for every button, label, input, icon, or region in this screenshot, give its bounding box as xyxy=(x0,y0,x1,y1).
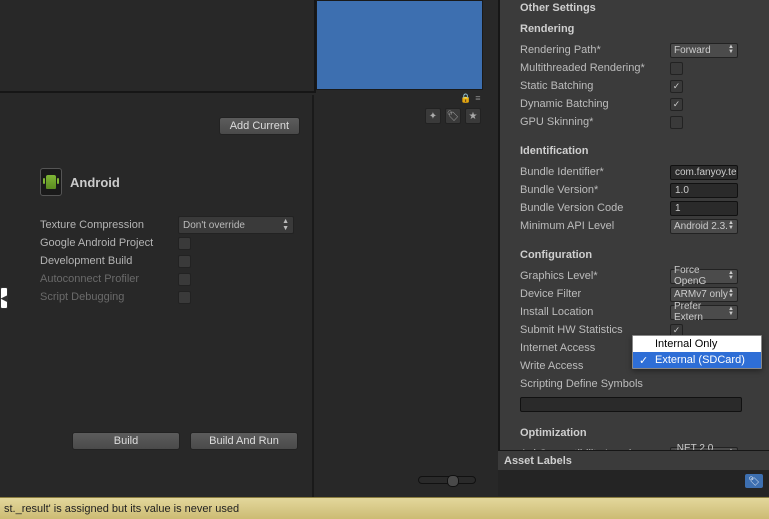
tag-icon-small[interactable]: 🏷 xyxy=(445,108,461,124)
write-access-popup: Internal Only ✓ External (SDCard) xyxy=(632,335,762,369)
menu-icon[interactable]: ≡ xyxy=(475,93,480,104)
bundle-identifier-label: Bundle Identifier* xyxy=(520,166,670,178)
minimum-api-level-label: Minimum API Level xyxy=(520,220,670,232)
build-button[interactable]: Build xyxy=(72,432,180,450)
bundle-version-input[interactable]: 1.0 xyxy=(670,183,738,198)
other-settings-heading: Other Settings xyxy=(520,2,769,14)
transform-icon[interactable]: ✦ xyxy=(425,108,441,124)
bundle-identifier-input[interactable]: com.fanyoy.te xyxy=(670,165,738,180)
install-location-dropdown[interactable]: Prefer Extern▲▼ xyxy=(670,305,738,320)
device-filter-dropdown[interactable]: ARMv7 only▲▼ xyxy=(670,287,738,302)
development-build-checkbox[interactable] xyxy=(178,255,191,268)
identification-heading: Identification xyxy=(520,145,769,157)
zoom-slider[interactable] xyxy=(418,476,476,484)
bundle-version-label: Bundle Version* xyxy=(520,184,670,196)
build-settings-panel: Android Texture Compression Don't overri… xyxy=(22,160,302,306)
configuration-heading: Configuration xyxy=(520,249,769,261)
gpu-skinning-label: GPU Skinning* xyxy=(520,116,670,128)
android-icon xyxy=(40,168,62,196)
multithreaded-rendering-checkbox[interactable] xyxy=(670,62,683,75)
autoconnect-profiler-label: Autoconnect Profiler xyxy=(40,273,178,285)
texture-compression-label: Texture Compression xyxy=(40,219,178,231)
install-location-label: Install Location xyxy=(520,306,670,318)
graphics-level-dropdown[interactable]: Force OpenG▲▼ xyxy=(670,269,738,284)
static-batching-checkbox[interactable]: ✓ xyxy=(670,80,683,93)
rendering-path-dropdown[interactable]: Forward▲▼ xyxy=(670,43,738,58)
console-warning-bar[interactable]: st._result' is assigned but its value is… xyxy=(0,497,769,519)
texture-compression-dropdown[interactable]: Don't override ▲▼ xyxy=(178,216,294,234)
scene-list-area xyxy=(0,0,316,93)
inspector-panel: Other Settings Rendering Rendering Path*… xyxy=(498,0,769,450)
vertical-divider xyxy=(312,95,314,497)
warning-text: st._result' is assigned but its value is… xyxy=(4,503,239,515)
check-icon: ✓ xyxy=(639,354,648,367)
popup-item-external-sdcard[interactable]: ✓ External (SDCard) xyxy=(633,352,761,368)
popup-item-internal-only[interactable]: Internal Only xyxy=(633,336,761,352)
add-current-button[interactable]: Add Current xyxy=(219,117,300,135)
asset-labels-bar: Asset Labels xyxy=(498,450,769,470)
star-icon[interactable]: ★ xyxy=(465,108,481,124)
autoconnect-profiler-checkbox xyxy=(178,273,191,286)
asset-labels-title: Asset Labels xyxy=(504,455,572,467)
preview-box xyxy=(316,0,483,90)
asset-labels-area xyxy=(498,470,769,496)
optimization-heading: Optimization xyxy=(520,427,769,439)
scripting-define-symbols-label: Scripting Define Symbols xyxy=(520,378,670,390)
lock-icon[interactable]: 🔒 xyxy=(460,93,471,104)
static-batching-label: Static Batching xyxy=(520,80,670,92)
google-android-project-label: Google Android Project xyxy=(40,237,178,249)
side-handle[interactable]: ◀ xyxy=(0,287,8,309)
build-and-run-button[interactable]: Build And Run xyxy=(190,432,298,450)
graphics-level-label: Graphics Level* xyxy=(520,270,670,282)
dynamic-batching-label: Dynamic Batching xyxy=(520,98,670,110)
scripting-define-symbols-input[interactable] xyxy=(520,397,742,412)
rendering-path-label: Rendering Path* xyxy=(520,44,670,56)
platform-title: Android xyxy=(70,175,120,190)
header-small-icons: 🔒 ≡ xyxy=(460,93,480,104)
gpu-skinning-checkbox[interactable] xyxy=(670,116,683,129)
device-filter-label: Device Filter xyxy=(520,288,670,300)
bundle-version-code-label: Bundle Version Code xyxy=(520,202,670,214)
development-build-label: Development Build xyxy=(40,255,178,267)
dynamic-batching-checkbox[interactable]: ✓ xyxy=(670,98,683,111)
minimum-api-level-dropdown[interactable]: Android 2.3.▲▼ xyxy=(670,219,738,234)
script-debugging-label: Script Debugging xyxy=(40,291,178,303)
script-debugging-checkbox xyxy=(178,291,191,304)
google-android-project-checkbox[interactable] xyxy=(178,237,191,250)
rendering-heading: Rendering xyxy=(520,23,769,35)
bundle-version-code-input[interactable]: 1 xyxy=(670,201,738,216)
multithreaded-rendering-label: Multithreaded Rendering* xyxy=(520,62,670,74)
label-tag-icon[interactable]: 🏷 xyxy=(745,474,763,488)
